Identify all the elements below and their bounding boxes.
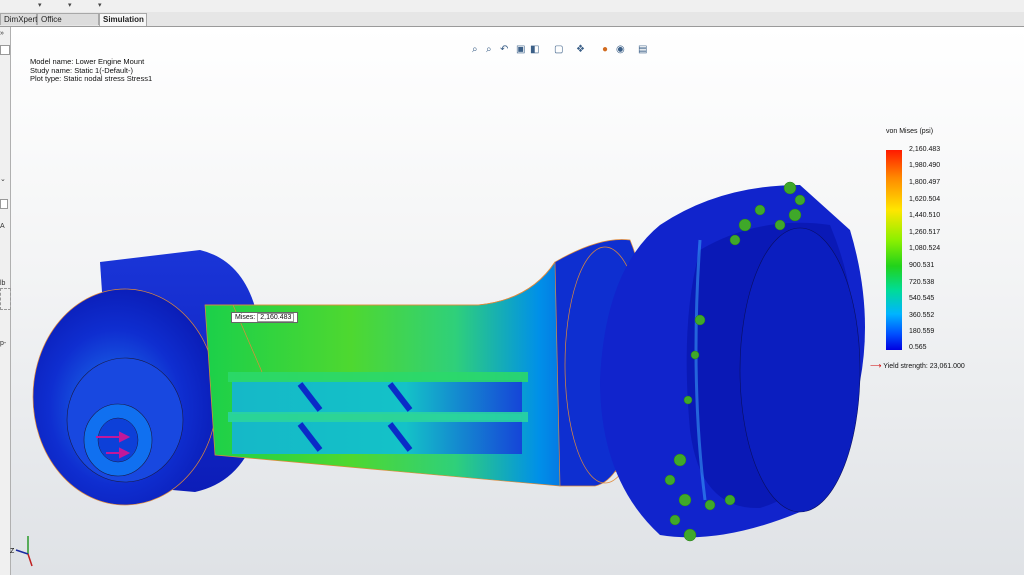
legend-tick: 1,980.490 bbox=[909, 162, 941, 169]
hide-show-items-icon[interactable]: ❖ bbox=[576, 43, 585, 57]
tree-box-icon[interactable] bbox=[0, 45, 10, 55]
chevron-down-icon[interactable]: ⌄ bbox=[0, 175, 6, 183]
panel-label-p: p- bbox=[0, 340, 7, 347]
yield-arrow-icon: ⟶ bbox=[870, 361, 882, 370]
chevron-down-icon[interactable]: ▾ bbox=[98, 1, 102, 9]
graphics-area[interactable]: ⌕ ⌕ ↶ ▣ ◧ ▢ ❖ ● ◉ ▤ Model name: Lower En… bbox=[11, 27, 1024, 575]
command-manager-tabs: DimXpert Office Products Simulation bbox=[0, 12, 1024, 36]
legend-tick: 540.545 bbox=[909, 295, 935, 302]
panel-label-lb: lb bbox=[0, 280, 6, 287]
web-lower bbox=[232, 420, 522, 454]
web-upper bbox=[232, 380, 522, 414]
legend-tick: 720.538 bbox=[909, 279, 935, 286]
previous-view-icon[interactable]: ↶ bbox=[500, 43, 508, 57]
view-settings-icon[interactable]: ▤ bbox=[638, 43, 647, 57]
yield-strength-text: Yield strength: 23,061.000 bbox=[883, 363, 965, 370]
legend-tick: 360.552 bbox=[909, 312, 935, 319]
collapse-arrows-icon[interactable]: » bbox=[0, 30, 4, 37]
color-legend-bar[interactable] bbox=[886, 150, 902, 350]
legend-tick: 900.531 bbox=[909, 262, 935, 269]
tab-simulation[interactable]: Simulation bbox=[99, 13, 147, 26]
reference-triad: Z bbox=[10, 536, 33, 567]
zoom-to-fit-icon[interactable]: ⌕ bbox=[472, 43, 478, 57]
engine-mount-stress-plot bbox=[32, 181, 865, 542]
probe-value: 2,160.483 bbox=[257, 313, 295, 322]
flange-face bbox=[739, 227, 861, 513]
legend-tick: 0.565 bbox=[909, 344, 927, 351]
feature-manager-collapsed[interactable]: » ⌄ A lb p- bbox=[0, 27, 11, 575]
legend-tick: 1,260.517 bbox=[909, 229, 941, 236]
checkbox-icon[interactable] bbox=[0, 199, 8, 209]
yield-strength-indicator: ⟶ Yield strength: 23,061.000 bbox=[870, 361, 965, 370]
chevron-down-icon[interactable]: ▾ bbox=[68, 1, 72, 9]
legend-tick: 1,440.510 bbox=[909, 212, 941, 219]
chevron-down-icon[interactable]: ▾ bbox=[38, 1, 42, 9]
panel-letter-a: A bbox=[0, 223, 5, 230]
legend-tick: 1,800.497 bbox=[909, 179, 941, 186]
legend-title: von Mises (psi) bbox=[886, 128, 934, 135]
edit-appearance-icon[interactable]: ● bbox=[602, 43, 608, 57]
tab-dimxpert[interactable]: DimXpert bbox=[0, 13, 37, 25]
legend-tick: 2,160.483 bbox=[909, 146, 941, 153]
legend-tick: 1,620.504 bbox=[909, 196, 941, 203]
plot-type-text: Plot type: Static nodal stress Stress1 bbox=[30, 74, 153, 83]
tab-office-products[interactable]: Office Products bbox=[37, 13, 99, 36]
zoom-to-area-icon[interactable]: ⌕ bbox=[486, 43, 492, 57]
apply-scene-icon[interactable]: ◉ bbox=[616, 43, 625, 57]
legend-tick: 1,080.524 bbox=[909, 245, 941, 252]
study-info: Model name: Lower Engine Mount Study nam… bbox=[30, 57, 153, 84]
view-orientation-icon[interactable]: ◧ bbox=[530, 43, 539, 57]
triad-axis-z: Z bbox=[10, 548, 15, 555]
legend-tick: 180.559 bbox=[909, 328, 935, 335]
splitter-handle[interactable] bbox=[0, 288, 11, 310]
probe-label[interactable]: Mises: 2,160.483 bbox=[231, 312, 299, 323]
display-style-icon[interactable]: ▢ bbox=[554, 43, 563, 57]
section-view-icon[interactable]: ▣ bbox=[516, 43, 525, 57]
